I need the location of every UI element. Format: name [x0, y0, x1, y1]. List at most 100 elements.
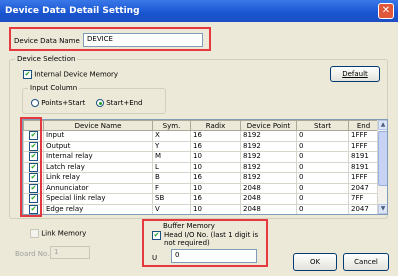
cell-start[interactable]: 0: [296, 140, 349, 152]
cell-device-name[interactable]: Latch relay: [43, 161, 153, 173]
board-no-field[interactable]: 1: [50, 246, 90, 259]
row-checkbox[interactable]: ✔: [29, 204, 38, 214]
cell-radix[interactable]: 16: [190, 140, 241, 152]
row-checkbox[interactable]: ✔: [29, 131, 38, 140]
device-table: Device Name Sym. Radix Device Point Star…: [23, 120, 379, 214]
cell-start[interactable]: 0: [296, 161, 349, 173]
cell-radix[interactable]: 10: [190, 203, 241, 214]
cell-start[interactable]: 0: [296, 203, 349, 214]
cell-device-point[interactable]: 2048: [240, 203, 297, 214]
cell-start[interactable]: 0: [296, 172, 349, 184]
table-row[interactable]: ✔ Link relay B 16 8192 0 1FFF: [23, 172, 379, 184]
cell-end[interactable]: 2047: [348, 203, 379, 214]
cell-radix[interactable]: 16: [190, 172, 241, 184]
radio-points-start[interactable]: Points+Start: [31, 99, 85, 107]
cell-device-name[interactable]: Link relay: [43, 172, 153, 184]
cell-start[interactable]: 0: [296, 193, 349, 205]
cell-device-point[interactable]: 8192: [240, 130, 297, 142]
dialog-window: Device Data Detail Setting ✕ Device Data…: [0, 0, 398, 276]
cell-sym[interactable]: B: [152, 172, 191, 184]
cell-device-name[interactable]: Special link relay: [43, 193, 153, 205]
internal-memory-label: Internal Device Memory: [34, 70, 119, 79]
cell-radix[interactable]: 16: [190, 193, 241, 205]
scroll-down-icon[interactable]: ▼: [378, 204, 387, 214]
row-checkbox[interactable]: ✔: [29, 152, 38, 161]
cell-sym[interactable]: F: [152, 182, 191, 194]
row-checkbox[interactable]: ✔: [29, 173, 38, 182]
table-row[interactable]: ✔ Special link relay SB 16 2048 0 7FF: [23, 193, 379, 205]
table-row[interactable]: ✔ Latch relay L 10 8192 0 8191: [23, 161, 379, 173]
radio-start-end[interactable]: Start+End: [96, 99, 143, 107]
col-header-end[interactable]: End: [348, 120, 379, 131]
table-row[interactable]: ✔ Input X 16 8192 0 1FFF: [23, 130, 379, 142]
cell-sym[interactable]: M: [152, 151, 191, 163]
ok-button[interactable]: OK: [293, 253, 337, 271]
check-icon: ✔: [152, 231, 161, 240]
close-icon[interactable]: ✕: [378, 3, 394, 19]
cell-device-point[interactable]: 8192: [240, 161, 297, 173]
row-checkbox[interactable]: ✔: [29, 194, 38, 203]
cell-device-point[interactable]: 8192: [240, 140, 297, 152]
radio-points-start-label: Points+Start: [41, 99, 86, 107]
col-header-device-point[interactable]: Device Point: [240, 120, 297, 131]
u-label: U: [152, 254, 158, 262]
cell-sym[interactable]: L: [152, 161, 191, 173]
cell-device-point[interactable]: 2048: [240, 193, 297, 205]
cell-device-name[interactable]: Internal relay: [43, 151, 153, 163]
cell-sym[interactable]: Y: [152, 140, 191, 152]
check-icon: ✔: [23, 70, 32, 79]
row-checkbox[interactable]: ✔: [29, 183, 38, 193]
cell-sym[interactable]: X: [152, 130, 191, 142]
cell-end[interactable]: 8191: [348, 161, 379, 173]
cell-radix[interactable]: 10: [190, 161, 241, 173]
row-checkbox[interactable]: ✔: [29, 162, 38, 172]
default-button[interactable]: Default: [330, 66, 380, 82]
radio-selected-icon: [96, 99, 104, 107]
cell-start[interactable]: 0: [296, 151, 349, 163]
internal-memory-checkbox[interactable]: ✔ Internal Device Memory: [23, 70, 118, 79]
table-row[interactable]: ✔ Annunciator F 10 2048 0 2047: [23, 182, 379, 194]
table-row[interactable]: ✔ Internal relay M 10 8192 0 8191: [23, 151, 379, 163]
col-header-radix[interactable]: Radix: [190, 120, 241, 131]
cell-radix[interactable]: 10: [190, 182, 241, 194]
cell-device-name[interactable]: Annunciator: [43, 182, 153, 194]
cell-end[interactable]: 1FFF: [348, 140, 379, 152]
cell-end[interactable]: 2047: [348, 182, 379, 194]
col-header-device-name[interactable]: Device Name: [43, 120, 153, 131]
grid-scrollbar[interactable]: ▲ ▼: [377, 120, 387, 214]
table-row[interactable]: ✔ Output Y 16 8192 0 1FFF: [23, 140, 379, 152]
device-selection-title: Device Selection: [15, 55, 78, 63]
head-io-field[interactable]: 0: [171, 249, 257, 263]
radio-start-end-label: Start+End: [106, 99, 143, 107]
cell-radix[interactable]: 16: [190, 130, 241, 142]
cell-end[interactable]: 1FFF: [348, 172, 379, 184]
title-bar: Device Data Detail Setting ✕: [0, 0, 398, 22]
cell-sym[interactable]: SB: [152, 193, 191, 205]
device-data-name-field[interactable]: DEVICE: [83, 33, 203, 47]
table-row[interactable]: ✔ Edge relay V 10 2048 0 2047: [23, 203, 379, 214]
radio-circle-icon: [31, 99, 39, 107]
cell-start[interactable]: 0: [296, 182, 349, 194]
col-header-start[interactable]: Start: [296, 120, 349, 131]
cell-end[interactable]: 1FFF: [348, 130, 379, 142]
cell-start[interactable]: 0: [296, 130, 349, 142]
link-memory-checkbox[interactable]: Link Memory: [30, 229, 86, 238]
cell-radix[interactable]: 10: [190, 151, 241, 163]
cell-device-name[interactable]: Output: [43, 140, 153, 152]
col-header-sym[interactable]: Sym.: [152, 120, 191, 131]
col-header-check: [23, 120, 44, 131]
cell-device-point[interactable]: 2048: [240, 182, 297, 194]
cell-device-point[interactable]: 8192: [240, 172, 297, 184]
cell-end[interactable]: 7FF: [348, 193, 379, 205]
cell-device-name[interactable]: Edge relay: [43, 203, 153, 214]
default-button-label: Default: [342, 70, 368, 78]
cell-device-point[interactable]: 8192: [240, 151, 297, 163]
scroll-thumb[interactable]: [378, 131, 387, 186]
scroll-up-icon[interactable]: ▲: [378, 120, 387, 130]
row-checkbox[interactable]: ✔: [29, 141, 38, 151]
cell-sym[interactable]: V: [152, 203, 191, 214]
cell-device-name[interactable]: Input: [43, 130, 153, 142]
table-header-row: Device Name Sym. Radix Device Point Star…: [23, 120, 379, 131]
cell-end[interactable]: 8191: [348, 151, 379, 163]
cancel-button[interactable]: Cancel: [343, 253, 389, 271]
